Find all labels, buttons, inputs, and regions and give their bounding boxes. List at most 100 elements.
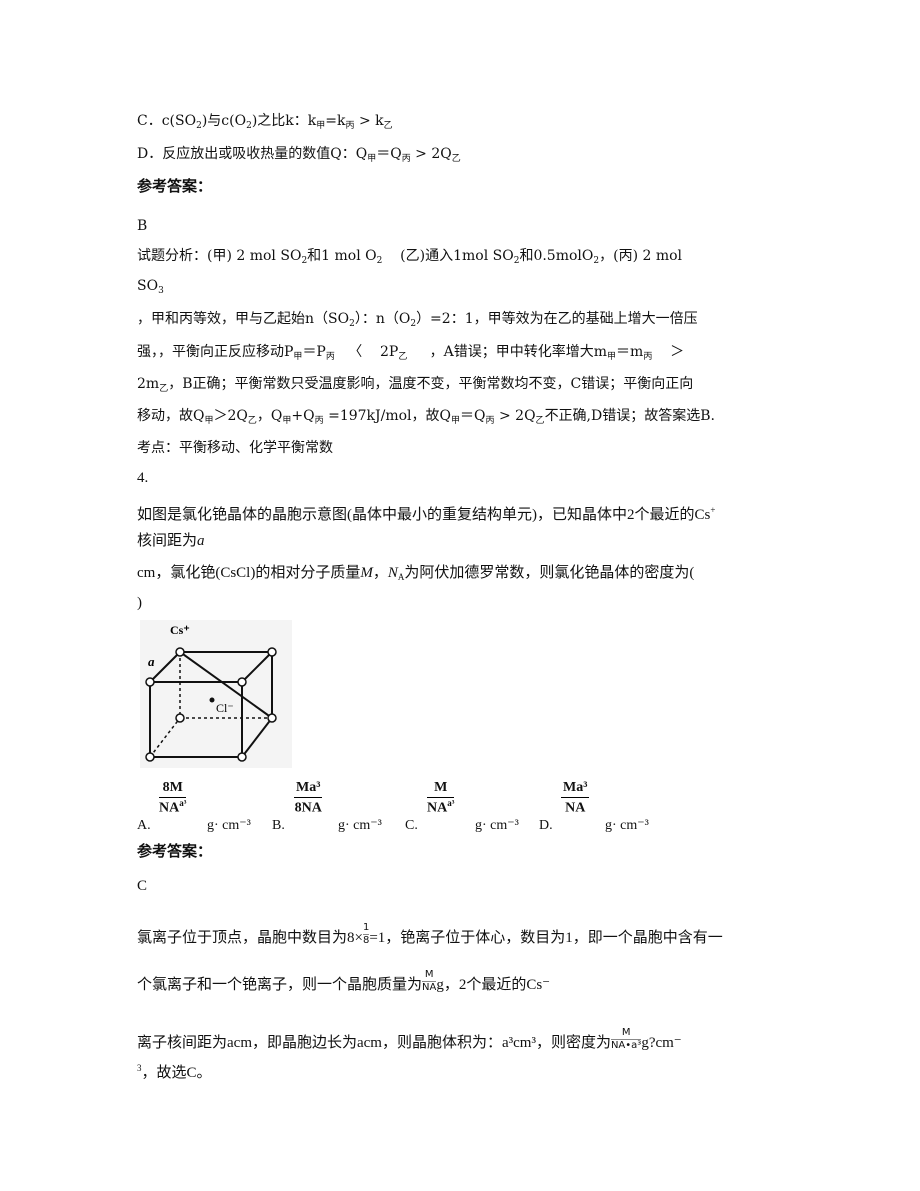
text-run: (乙)通入1mol SO (382, 248, 514, 264)
text-line: 如图是氯化铯晶体的晶胞示意图(晶体中最小的重复结构单元)，已知晶体中2个最近的C… (137, 501, 715, 524)
fraction: M NAa³ (427, 780, 455, 817)
text-run: 强，，平衡向正反应移动P (137, 344, 294, 360)
text-run: 〈 2P (334, 344, 399, 360)
numerator: M (427, 780, 455, 798)
text-run: 乙 (535, 416, 545, 426)
text-run: + (710, 505, 716, 515)
text-run: +Q (291, 408, 315, 424)
denominator: NA (561, 798, 589, 817)
text-line: 考点：平衡移动、化学平衡常数 (137, 439, 333, 457)
explain-line-1: 氯离子位于顶点，晶胞中数目为8× 1 8=1，铯离子位于体心，数目为1，即一个晶胞中… (137, 922, 723, 947)
denominator: NA (422, 982, 437, 993)
text-run: B (137, 218, 148, 234)
option-label: C. (405, 818, 418, 833)
text-run: 甲 (607, 352, 617, 362)
cs-label: Cs⁺ (170, 623, 190, 637)
denominator: 8NA (294, 798, 322, 817)
text-run: 核间距为 (137, 533, 198, 549)
text-run: ，A错误；甲中转化率增大m (407, 344, 608, 360)
text-line: cm，氯化铯(CsCl)的相对分子质量M，NA为阿伏加德罗常数，则氯化铯晶体的密… (137, 564, 694, 586)
text-run: ，Q (256, 408, 283, 424)
text-run: 甲 (367, 154, 377, 164)
text-line: 核间距为a (137, 532, 205, 550)
cl-label: Cl⁻ (216, 701, 234, 715)
text-run: 试题分析：(甲) 2 mol SO (137, 248, 302, 264)
fraction: Ma³ NA (561, 780, 590, 817)
fraction: M NA•a³ (610, 1027, 642, 1052)
unit: g· cm⁻³ (338, 818, 382, 833)
den-sup: a³ (447, 798, 455, 808)
text-line: C (137, 877, 147, 895)
text-run: > 2Q (410, 146, 452, 162)
text-run: )之比k：k (251, 113, 317, 129)
denominator: NAa³ (159, 798, 186, 817)
text-run: M (360, 565, 373, 581)
text-run: 甲 (451, 416, 461, 426)
text-line: 移动，故Q甲＞2Q乙，Q甲+Q丙 =197kJ/mol，故Q甲＝Q丙 > 2Q乙… (137, 407, 715, 430)
text-run: 2m (137, 376, 160, 392)
text: g，2个最近的Cs⁻ (436, 977, 551, 993)
text-run: ，甲和丙等效，甲与乙起始n（SO (137, 311, 350, 327)
den-sup: a³ (179, 798, 187, 808)
numerator: 8M (159, 780, 187, 798)
text-run: 参考答案： (137, 842, 213, 860)
text-run: ) (137, 595, 142, 611)
denominator: NA•a³ (610, 1040, 642, 1051)
text-run: 为阿伏加德罗常数，则氯化铯晶体的密度为( (404, 565, 695, 581)
numerator: M (610, 1027, 642, 1040)
text-run: 乙 (451, 154, 461, 164)
unit: g· cm⁻³ (475, 818, 519, 833)
text-run: cm，氯化铯(CsCl)的相对分子质量 (137, 565, 361, 581)
text-run: 甲 (204, 416, 214, 426)
text-run: ＞2Q (213, 408, 248, 424)
fraction: 8M NAa³ (159, 780, 187, 817)
text-run: ）：n（O (354, 311, 411, 327)
text: 氯离子位于顶点，晶胞中数目为8× (137, 930, 363, 946)
text-line: 参考答案： (137, 177, 212, 195)
text-run: N (387, 565, 398, 581)
text-line: C．c(SO2)与c(O2)之比k：k甲=k丙 > k乙 (137, 112, 393, 135)
text-run: SO (137, 278, 159, 294)
text-line: 3，故选C。 (137, 1059, 212, 1082)
cscl-unit-cell-figure: Cs⁺ a Cl⁻ (140, 620, 292, 768)
text-run: C (137, 878, 148, 894)
text: 个氯离子和一个铯离子，则一个晶胞质量为 (137, 977, 423, 993)
text-run: ＝Q (460, 408, 486, 424)
text-run: 3 (158, 286, 164, 296)
text-run: 丙 (401, 154, 411, 164)
text-run: ， (372, 565, 388, 581)
text-run: 乙 (247, 416, 257, 426)
text-line: B (137, 217, 147, 235)
text-run: 如图是氯化铯晶体的晶胞示意图(晶体中最小的重复结构单元)，已知晶体中2个最近的C… (137, 507, 711, 523)
text-run: 移动，故Q (137, 408, 205, 424)
den-text: NA (159, 800, 180, 816)
text-run: ＝m (616, 344, 644, 360)
text-run: 和0.5molO (519, 248, 594, 264)
text: =1，铯离子位于体心，数目为1，即一个晶胞中含有一 (369, 930, 723, 946)
text-run: ＞ (652, 344, 685, 360)
text-line: ，甲和丙等效，甲与乙起始n（SO2）：n（O2）=2：1，甲等效为在乙的基础上增… (137, 310, 698, 333)
unit: g· cm⁻³ (207, 818, 251, 833)
text-line: 2m乙，B正确；平衡常数只受温度影响，温度不变，平衡常数均不变，C错误；平衡向正… (137, 375, 693, 398)
text-run: 考点：平衡移动、化学平衡常数 (137, 440, 333, 456)
text-run: 参考答案： (137, 177, 213, 195)
answer-options: A. 8M NAa³ g· cm⁻³ B. Ma³ 8NA g· cm⁻³ C. M NA… (137, 778, 697, 838)
option-label: D. (539, 818, 553, 833)
den-text: NA (427, 800, 448, 816)
text-line: ) (137, 594, 142, 612)
text-run: ，故选C。 (141, 1065, 212, 1081)
a-label: a (148, 654, 155, 669)
text-run: =k (325, 113, 346, 129)
fraction: M NA (422, 969, 437, 994)
explain-line-2: 个氯离子和一个铯离子，则一个晶胞质量为 M NAg，2个最近的Cs⁻ (137, 969, 550, 994)
text-run: 甲 (316, 121, 326, 131)
text-line: 强，，平衡向正反应移动P甲＝P丙 〈 2P乙 ，A错误；甲中转化率增大m甲＝m丙… (137, 343, 684, 366)
text: 离子核间距为acm，即晶胞边长为acm，则晶胞体积为：a³cm³，则密度为 (137, 1035, 611, 1051)
text-run: 不正确,D错误；故答案选B. (544, 408, 715, 424)
text-run: C．c(SO (137, 113, 197, 129)
text-line: 试题分析：(甲) 2 mol SO2和1 mol O2 (乙)通入1mol SO… (137, 247, 682, 270)
text-run: 4. (137, 470, 149, 486)
text-run: a (197, 533, 205, 549)
text-run: ，(丙) 2 mol (599, 248, 683, 264)
text-run: 乙 (383, 121, 393, 131)
